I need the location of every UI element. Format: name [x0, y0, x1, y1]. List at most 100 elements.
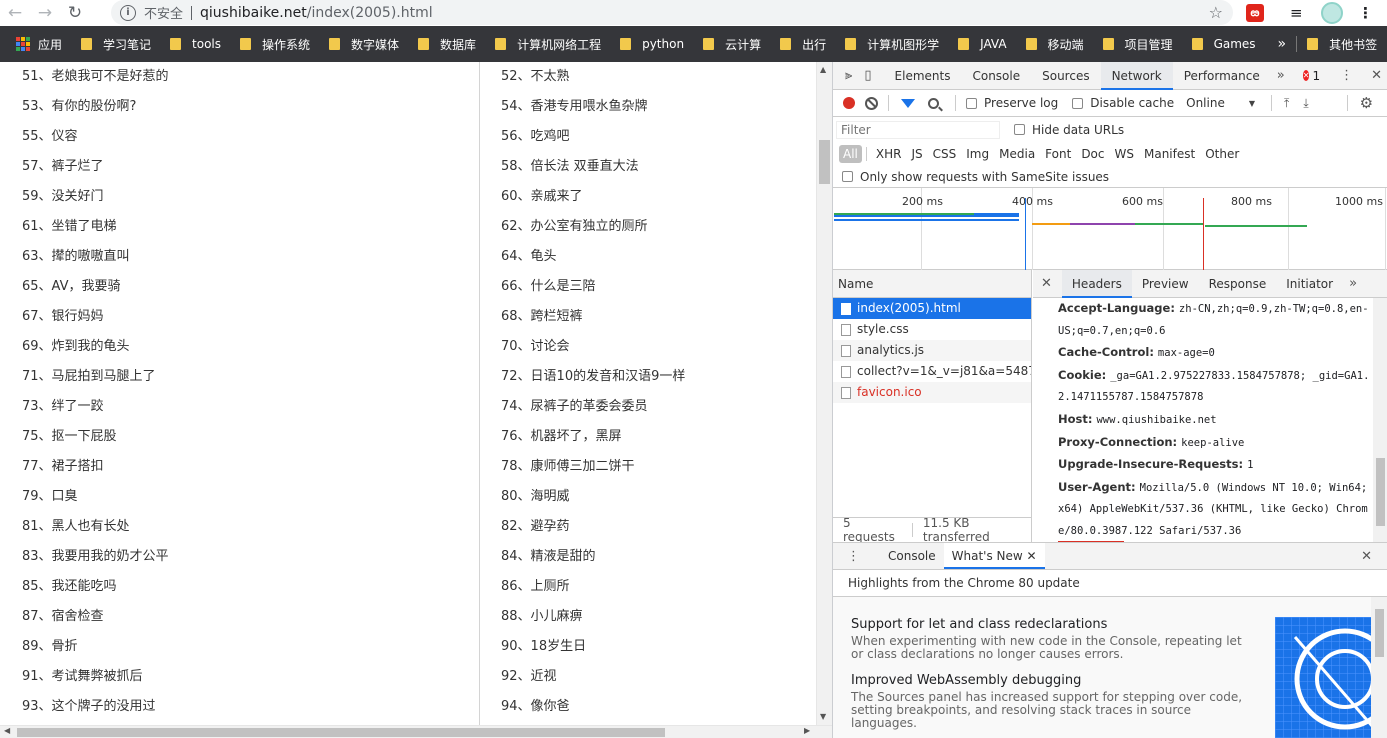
list-item[interactable]: 85、我还能吃吗	[0, 572, 479, 602]
close-icon[interactable]: ✕	[1365, 68, 1387, 83]
bookmark-folder[interactable]: Games	[1191, 26, 1256, 62]
list-item[interactable]: 77、裙子搭扣	[0, 452, 479, 482]
type-filter-button[interactable]: XHR	[871, 145, 907, 163]
list-item[interactable]: 54、香港专用喂水鱼杂牌	[481, 92, 832, 122]
bookmark-folder[interactable]: 数据库	[418, 26, 476, 62]
list-item[interactable]: 93、这个牌子的没用过	[0, 692, 479, 722]
profile-avatar[interactable]	[1321, 2, 1343, 24]
type-filter-button[interactable]: Doc	[1076, 145, 1109, 163]
list-item[interactable]: 84、精液是甜的	[481, 542, 832, 572]
list-item[interactable]: 58、倍长法 双垂直大法	[481, 152, 832, 182]
page-vertical-scrollbar[interactable]: ▲ ▼	[816, 62, 832, 725]
list-item[interactable]: 79、口臭	[0, 482, 479, 512]
page-horizontal-scrollbar[interactable]: ◀ ▶	[0, 725, 832, 738]
type-filter-button[interactable]: JS	[906, 145, 927, 163]
list-item[interactable]: 62、办公室有独立的厕所	[481, 212, 832, 242]
list-item[interactable]: 65、AV，我要骑	[0, 272, 479, 302]
info-icon[interactable]: i	[120, 4, 136, 21]
scroll-left-icon[interactable]: ◀	[4, 726, 10, 735]
checkbox-box[interactable]	[966, 97, 977, 109]
checkbox-box[interactable]	[1072, 97, 1084, 109]
type-filter-button[interactable]: WS	[1110, 145, 1139, 163]
bookmark-folder[interactable]: 计算机图形学	[845, 26, 939, 62]
list-item[interactable]: 73、绊了一跤	[0, 392, 479, 422]
scroll-thumb[interactable]	[819, 140, 830, 184]
disable-cache-checkbox[interactable]: Disable cache	[1072, 96, 1174, 110]
throttling-select[interactable]: Online ▼	[1186, 96, 1255, 110]
address-bar[interactable]: i 不安全 qiushibaike.net/index(2005).html ☆	[111, 0, 1233, 25]
back-arrow-icon[interactable]: ←	[0, 0, 30, 26]
drawer-tab-whats-new[interactable]: What's New ✕	[943, 543, 1045, 569]
list-item[interactable]: 75、抠一下屁股	[0, 422, 479, 452]
request-row[interactable]: analytics.js	[833, 340, 1031, 361]
tab-response[interactable]: Response	[1199, 270, 1277, 298]
record-icon[interactable]	[843, 97, 855, 109]
bookmark-folder[interactable]: 项目管理	[1102, 26, 1173, 62]
type-filter-button[interactable]: Manifest	[1139, 145, 1200, 163]
bookmark-other[interactable]: 其他书签	[1307, 26, 1377, 62]
name-column-header[interactable]: Name	[833, 270, 1031, 298]
list-item[interactable]: 68、跨栏短裤	[481, 302, 832, 332]
close-drawer-icon[interactable]: ✕	[1355, 549, 1378, 564]
list-item[interactable]: 86、上厕所	[481, 572, 832, 602]
list-item[interactable]: 83、我要用我的奶才公平	[0, 542, 479, 572]
list-item[interactable]: 88、小儿麻痹	[481, 602, 832, 632]
tab-sources[interactable]: Sources	[1031, 62, 1100, 90]
scroll-thumb[interactable]	[1375, 609, 1384, 657]
bookmark-folder[interactable]: 移动端	[1025, 26, 1084, 62]
bookmark-folder[interactable]: python	[620, 26, 684, 62]
export-har-icon[interactable]: ⤓	[1303, 96, 1308, 111]
request-row[interactable]: favicon.ico	[833, 382, 1031, 403]
type-filter-button[interactable]: All	[839, 145, 862, 163]
error-icon[interactable]: ✕	[1302, 70, 1310, 81]
forward-arrow-icon[interactable]: →	[30, 0, 60, 26]
list-item[interactable]: 52、不太熟	[481, 62, 832, 92]
list-item[interactable]: 80、海明威	[481, 482, 832, 512]
bookmark-folder[interactable]: 学习笔记	[81, 26, 151, 62]
bookmark-folder[interactable]: tools	[170, 26, 221, 62]
extension-icon[interactable]: ఴ	[1246, 4, 1264, 22]
list-item[interactable]: 91、考试舞弊被抓后	[0, 662, 479, 692]
scroll-thumb[interactable]	[17, 728, 665, 737]
reload-icon[interactable]: ↻	[60, 0, 90, 26]
bookmark-apps[interactable]: 应用	[0, 26, 62, 62]
list-item[interactable]: 63、撵的嗷嗷直叫	[0, 242, 479, 272]
scroll-down-icon[interactable]: ▼	[820, 712, 826, 721]
tab-console[interactable]: Console	[961, 62, 1031, 90]
list-item[interactable]: 82、避孕药	[481, 512, 832, 542]
inspect-element-icon[interactable]: ⫸	[839, 68, 858, 83]
checkbox-box[interactable]	[1014, 124, 1025, 135]
bookmark-folder[interactable]: 操作系统	[240, 26, 310, 62]
filter-icon[interactable]	[901, 98, 915, 108]
kebab-menu-icon[interactable]: ⋮	[1358, 4, 1376, 22]
list-item[interactable]: 89、骨折	[0, 632, 479, 662]
list-item[interactable]: 94、像你爸	[481, 692, 832, 722]
scroll-thumb[interactable]	[1376, 458, 1385, 526]
list-item[interactable]: 74、尿裤子的革委会委员	[481, 392, 832, 422]
devtools-menu-icon[interactable]: ⋮	[1334, 68, 1359, 83]
headers-scrollbar[interactable]	[1373, 298, 1387, 542]
tab-headers[interactable]: Headers	[1061, 269, 1132, 298]
clear-icon[interactable]	[865, 96, 878, 110]
more-tabs-icon[interactable]: »	[1271, 68, 1291, 83]
type-filter-button[interactable]: Font	[1040, 145, 1076, 163]
list-item[interactable]: 90、18岁生日	[481, 632, 832, 662]
list-item[interactable]: 55、仪容	[0, 122, 479, 152]
whats-new-item[interactable]: Support for let and class redeclarations…	[851, 617, 1251, 661]
bookmark-folder[interactable]: 云计算	[703, 26, 761, 62]
list-item[interactable]: 56、吃鸡吧	[481, 122, 832, 152]
list-item[interactable]: 51、老娘我可不是好惹的	[0, 62, 479, 92]
error-count[interactable]: 1	[1312, 69, 1320, 83]
device-toolbar-icon[interactable]: ▯	[858, 68, 877, 83]
list-item[interactable]: 87、宿舍检查	[0, 602, 479, 632]
bookmark-folder[interactable]: JAVA	[958, 26, 1007, 62]
drawer-scrollbar[interactable]	[1371, 597, 1387, 738]
preserve-log-checkbox[interactable]: Preserve log	[966, 96, 1058, 110]
list-item[interactable]: 81、黑人也有长处	[0, 512, 479, 542]
close-icon[interactable]: ✕	[1027, 549, 1037, 563]
bookmark-star-icon[interactable]: ☆	[1209, 3, 1223, 22]
tab-network[interactable]: Network	[1100, 61, 1173, 90]
hide-data-urls-checkbox[interactable]: Hide data URLs	[1014, 123, 1124, 137]
list-item[interactable]: 76、机器坏了，黑屏	[481, 422, 832, 452]
list-item[interactable]: 71、马屁拍到马腿上了	[0, 362, 479, 392]
